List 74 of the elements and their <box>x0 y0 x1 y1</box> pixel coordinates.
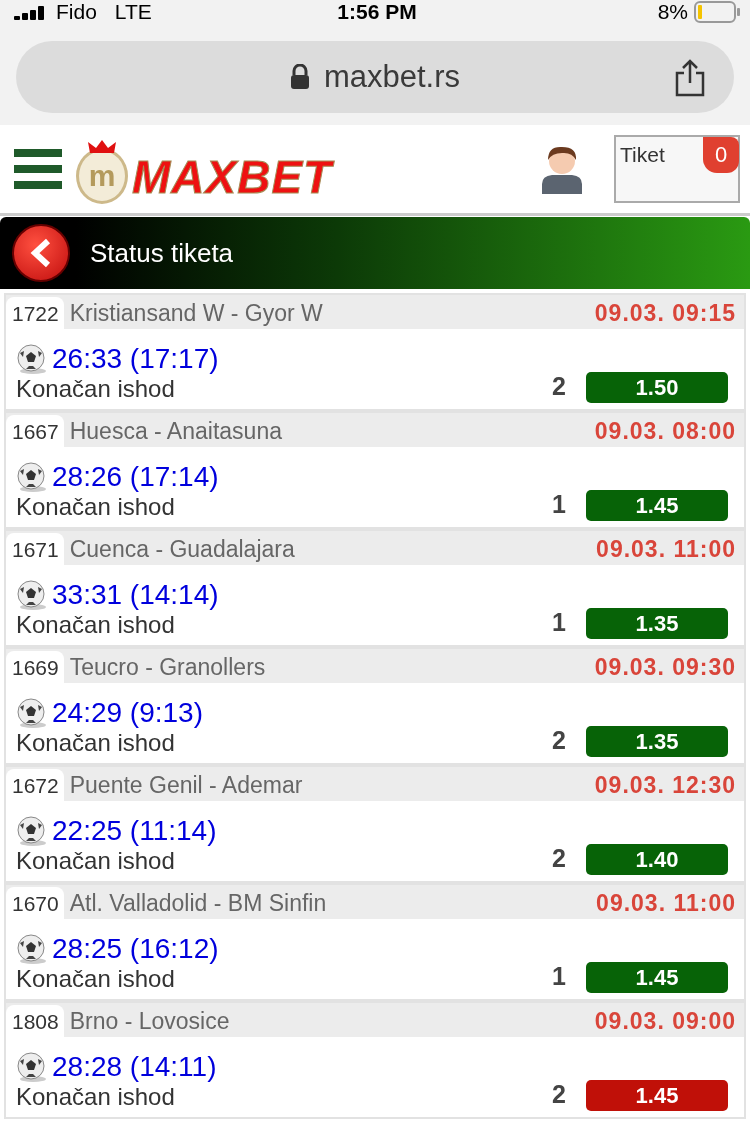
pick: 2 <box>552 726 566 755</box>
match-code: 1722 <box>6 297 64 329</box>
match-teams: Kristiansand W - Gyor W <box>68 299 324 328</box>
match-code: 1808 <box>6 1005 64 1037</box>
match-code: 1669 <box>6 651 64 683</box>
match-teams: Atl. Valladolid - BM Sinfin <box>68 889 328 918</box>
odds-badge: 1.35 <box>586 608 728 639</box>
ball-icon <box>16 697 48 729</box>
ball-icon <box>16 461 48 493</box>
odds-badge: 1.45 <box>586 962 728 993</box>
odds-badge: 1.45 <box>586 490 728 521</box>
ticket-count-badge: 0 <box>703 137 739 173</box>
match-score: 28:28 (14:11) <box>52 1051 217 1083</box>
url-text: maxbet.rs <box>323 59 461 95</box>
network-type: LTE <box>114 0 152 24</box>
battery-percent: 8% <box>657 0 688 24</box>
match-score: 24:29 (9:13) <box>52 697 203 729</box>
user-avatar-icon[interactable] <box>540 144 584 194</box>
match-date: 09.03. 11:00 <box>596 889 737 918</box>
address-bar[interactable]: maxbet.rs <box>16 41 734 113</box>
match-code: 1670 <box>6 887 64 919</box>
market-name: Konačan ishod <box>16 847 176 875</box>
match-score: 28:25 (16:12) <box>52 933 219 965</box>
battery-icon <box>694 1 740 23</box>
pick: 2 <box>552 844 566 873</box>
carrier: Fido <box>56 0 97 24</box>
pick: 1 <box>552 608 566 637</box>
odds-badge: 1.40 <box>586 844 728 875</box>
match-code: 1671 <box>6 533 64 565</box>
pick: 2 <box>552 1080 566 1109</box>
match-teams: Puente Genil - Ademar <box>68 771 304 800</box>
menu-icon[interactable] <box>14 147 62 191</box>
ball-icon <box>16 933 48 965</box>
pick: 1 <box>552 962 566 991</box>
ticket-button[interactable]: Tiket 0 <box>614 135 740 203</box>
chevron-left-icon <box>30 238 52 268</box>
match-score: 22:25 (11:14) <box>52 815 217 847</box>
match-date: 09.03. 08:00 <box>594 417 737 446</box>
match-date: 09.03. 09:00 <box>594 1007 737 1036</box>
lock-icon <box>289 64 310 90</box>
odds-badge: 1.35 <box>586 726 728 757</box>
match-teams: Cuenca - Guadalajara <box>68 535 296 564</box>
match-date: 09.03. 09:15 <box>594 299 737 328</box>
share-icon[interactable] <box>674 59 706 97</box>
pick: 1 <box>552 490 566 519</box>
logo[interactable]: m MAXBET <box>76 134 333 204</box>
match-score: 26:33 (17:17) <box>52 343 219 375</box>
back-button[interactable] <box>12 224 70 282</box>
clock: 1:56 PM <box>337 0 417 24</box>
page-title: Status tiketa <box>90 237 234 269</box>
market-name: Konačan ishod <box>16 493 176 521</box>
crown-icon <box>88 139 116 155</box>
match-date: 09.03. 09:30 <box>594 653 737 682</box>
match-teams: Teucro - Granollers <box>68 653 267 682</box>
match-date: 09.03. 11:00 <box>596 535 737 564</box>
match-code: 1672 <box>6 769 64 801</box>
match-score: 33:31 (14:14) <box>52 579 219 611</box>
market-name: Konačan ishod <box>16 375 176 403</box>
ball-icon <box>16 579 48 611</box>
market-name: Konačan ishod <box>16 611 176 639</box>
ball-icon <box>16 343 48 375</box>
ball-icon <box>16 1051 48 1083</box>
match-date: 09.03. 12:30 <box>594 771 737 800</box>
odds-badge: 1.50 <box>586 372 728 403</box>
match-teams: Huesca - Anaitasuna <box>68 417 283 446</box>
pick: 2 <box>552 372 566 401</box>
match-teams: Brno - Lovosice <box>68 1007 231 1036</box>
ball-icon <box>16 815 48 847</box>
match-code: 1667 <box>6 415 64 447</box>
match-score: 28:26 (17:14) <box>52 461 219 493</box>
market-name: Konačan ishod <box>16 729 176 757</box>
odds-badge: 1.45 <box>586 1080 728 1111</box>
market-name: Konačan ishod <box>16 1083 176 1111</box>
market-name: Konačan ishod <box>16 965 176 993</box>
